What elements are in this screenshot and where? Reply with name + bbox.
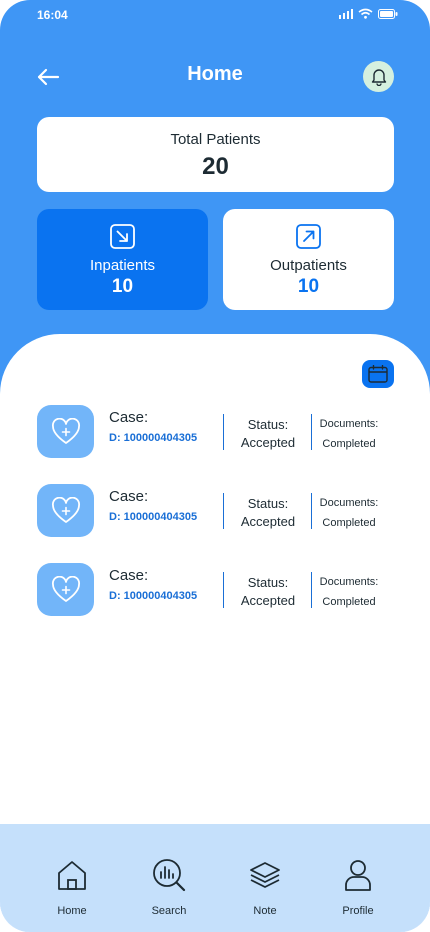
case-status: Status: Accepted xyxy=(231,574,305,610)
status-bar: 16:04 xyxy=(0,0,430,30)
tab-profile-label: Profile xyxy=(342,905,374,917)
divider xyxy=(311,414,312,450)
case-avatar xyxy=(37,563,94,616)
total-patients-card: Total Patients 20 xyxy=(37,117,394,192)
outpatients-card[interactable]: Outpatients 10 xyxy=(223,209,394,310)
status-value: Accepted xyxy=(240,435,296,450)
case-title: Case: xyxy=(109,567,149,584)
status-icons xyxy=(339,8,398,19)
arrow-up-right-icon xyxy=(296,224,321,249)
case-documents: Documents: Completed xyxy=(317,572,381,612)
calendar-button[interactable] xyxy=(362,360,394,388)
status-label: Status: xyxy=(247,496,289,511)
case-title: Case: xyxy=(109,488,149,505)
case-status: Status: Accepted xyxy=(231,495,305,531)
signal-icon xyxy=(339,8,353,19)
case-documents: Documents: Completed xyxy=(317,493,381,533)
case-row[interactable]: Case: D: 100000404305 Status: Accepted D… xyxy=(37,484,397,538)
divider xyxy=(311,572,312,608)
layers-icon xyxy=(250,862,280,888)
notification-button[interactable] xyxy=(363,61,394,92)
status-value: Accepted xyxy=(240,593,296,608)
tab-home-label: Home xyxy=(57,905,87,917)
search-chart-icon xyxy=(153,859,186,892)
outpatients-value: 10 xyxy=(297,276,320,297)
bottom-tab-bar: Home Search Note Profile xyxy=(0,824,430,932)
divider xyxy=(223,414,224,450)
case-row[interactable]: Case: D: 100000404305 Status: Accepted D… xyxy=(37,563,397,617)
total-patients-value: 20 xyxy=(202,153,229,180)
inpatients-label: Inpatients xyxy=(89,257,156,274)
inpatients-value: 10 xyxy=(111,276,134,297)
status-value: Accepted xyxy=(240,514,296,529)
tab-search-label: Search xyxy=(151,905,187,917)
status-label: Status: xyxy=(247,417,289,432)
documents-value: Completed xyxy=(322,517,376,529)
case-id: D: 100000404305 xyxy=(109,432,198,444)
tab-profile[interactable]: Profile xyxy=(318,858,398,917)
case-id: D: 100000404305 xyxy=(109,511,198,523)
case-title: Case: xyxy=(109,409,149,426)
user-icon xyxy=(345,860,371,891)
documents-label: Documents: xyxy=(319,576,379,588)
case-documents: Documents: Completed xyxy=(317,414,381,454)
case-avatar xyxy=(37,405,94,458)
arrow-down-right-icon xyxy=(110,224,135,249)
case-id: D: 100000404305 xyxy=(109,590,198,602)
bell-icon xyxy=(371,69,386,86)
tab-note[interactable]: Note xyxy=(225,858,305,917)
tab-home[interactable]: Home xyxy=(32,858,112,917)
tab-search[interactable]: Search xyxy=(129,858,209,917)
wifi-icon xyxy=(358,8,373,19)
documents-value: Completed xyxy=(322,438,376,450)
phone-screen: 16:04 Home Total Patients 20 Inpatients … xyxy=(0,0,430,932)
home-icon xyxy=(58,861,86,890)
outpatients-label: Outpatients xyxy=(270,257,347,274)
divider xyxy=(311,493,312,529)
total-patients-label: Total Patients xyxy=(170,131,261,148)
divider xyxy=(223,572,224,608)
status-label: Status: xyxy=(247,575,289,590)
case-status: Status: Accepted xyxy=(231,416,305,452)
calendar-icon xyxy=(368,365,388,383)
documents-value: Completed xyxy=(322,596,376,608)
documents-label: Documents: xyxy=(319,497,379,509)
documents-label: Documents: xyxy=(319,418,379,430)
heart-plus-icon xyxy=(51,496,80,523)
divider xyxy=(223,493,224,529)
tab-note-label: Note xyxy=(253,905,277,917)
battery-icon xyxy=(378,8,398,19)
heart-plus-icon xyxy=(51,417,80,444)
heart-plus-icon xyxy=(51,575,80,602)
case-avatar xyxy=(37,484,94,537)
inpatients-card[interactable]: Inpatients 10 xyxy=(37,209,208,310)
case-row[interactable]: Case: D: 100000404305 Status: Accepted D… xyxy=(37,405,397,459)
status-time: 16:04 xyxy=(37,8,68,22)
